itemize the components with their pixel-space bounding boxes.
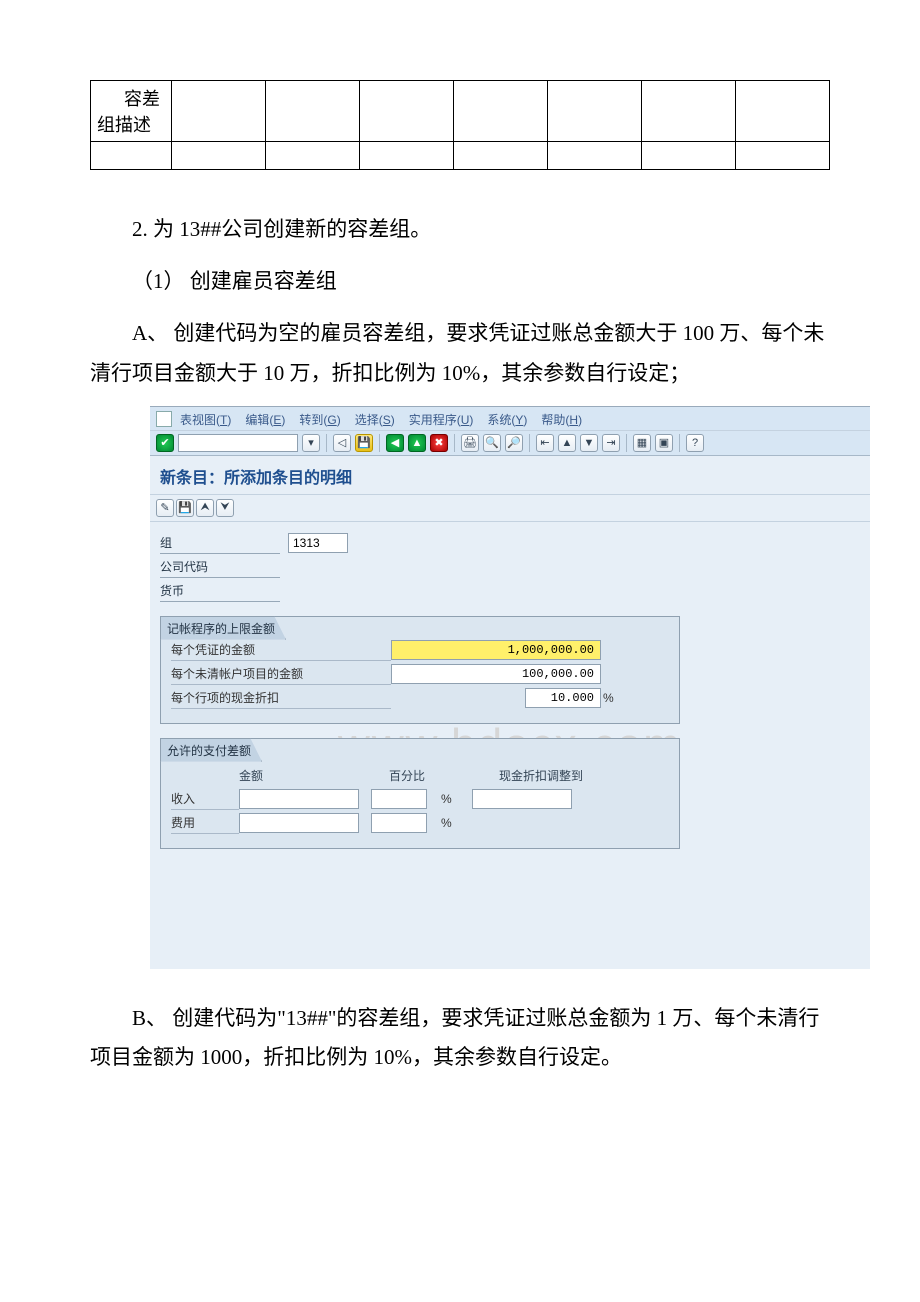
paragraph-sub1: （1） 创建雇员容差组 (90, 262, 830, 302)
field-company: 公司代码 (160, 556, 860, 578)
screen-title: 新条目：所添加条目的明细 (150, 456, 870, 495)
paragraph-a: A、 创建代码为空的雇员容差组，要求凭证过账总金额大于 100 万、每个未清行项… (90, 314, 830, 394)
input-open-item-amount[interactable] (391, 664, 601, 684)
menu-system[interactable]: 系统(Y) (487, 411, 527, 428)
menu-help[interactable]: 帮助(H) (541, 411, 582, 428)
hdr-adjust: 现金折扣调整到 (499, 767, 649, 784)
first-page-icon[interactable]: ⇤ (536, 434, 554, 452)
hdr-percent: 百分比 (389, 767, 499, 784)
panel-title-limits: 记帐程序的上限金额 (160, 616, 286, 640)
table-row: 容差组描述 (91, 81, 830, 142)
field-group: 组 (160, 532, 860, 554)
enter-icon[interactable]: ✔ (156, 434, 174, 452)
save-entry-icon[interactable]: 💾 (176, 499, 194, 517)
sap-menu-bar: 表视图(T) 编辑(E) 转到(G) 选择(S) 实用程序(U) 系统(Y) 帮… (150, 407, 870, 431)
panel-payment-diff: 允许的支付差额 金额 百分比 现金折扣调整到 收入 % 费用 % (160, 738, 680, 849)
sap-app-toolbar: ✎ 💾 ⮝ ⮟ (150, 495, 870, 522)
dropdown-icon[interactable]: ▾ (302, 434, 320, 452)
prev-icon[interactable]: ◁ (333, 434, 351, 452)
help-icon[interactable]: ? (686, 434, 704, 452)
table-row (91, 142, 830, 170)
tolerance-desc-table: 容差组描述 (90, 80, 830, 170)
input-expense-pct[interactable] (371, 813, 427, 833)
separator (326, 434, 327, 452)
field-currency: 货币 (160, 580, 860, 602)
label-income: 收入 (171, 788, 239, 810)
percent-sign: % (603, 691, 614, 705)
label-group: 组 (160, 532, 280, 554)
input-income-amount[interactable] (239, 789, 359, 809)
paydiff-header: 金额 百分比 现金折扣调整到 (171, 767, 669, 784)
prev-page-icon[interactable]: ▲ (558, 434, 576, 452)
menu-select[interactable]: 选择(S) (355, 411, 395, 428)
last-page-icon[interactable]: ⇥ (602, 434, 620, 452)
save-icon[interactable]: 💾 (355, 434, 373, 452)
find-next-icon[interactable]: 🔎 (505, 434, 523, 452)
row-income: 收入 % (171, 788, 669, 810)
sap-screenshot: 表视图(T) 编辑(E) 转到(G) 选择(S) 实用程序(U) 系统(Y) 帮… (150, 406, 870, 969)
menu-utilities[interactable]: 实用程序(U) (409, 411, 474, 428)
input-doc-amount[interactable] (391, 640, 601, 660)
label-expense: 费用 (171, 812, 239, 834)
command-field[interactable] (178, 434, 298, 452)
input-income-adj[interactable] (472, 789, 572, 809)
label-currency: 货币 (160, 580, 280, 602)
shortcut-icon[interactable]: ▣ (655, 434, 673, 452)
new-session-icon[interactable]: ▦ (633, 434, 651, 452)
row-expense: 费用 % (171, 812, 669, 834)
input-income-pct[interactable] (371, 789, 427, 809)
prev-entry-icon[interactable]: ⮝ (196, 499, 214, 517)
detail-icon[interactable]: ✎ (156, 499, 174, 517)
sap-body: 组 公司代码 货币 www.bdocx.com 记帐程序的上限金额 每个凭证的金… (150, 522, 870, 969)
label-company: 公司代码 (160, 556, 280, 578)
exit-icon[interactable]: ▲ (408, 434, 426, 452)
next-page-icon[interactable]: ▼ (580, 434, 598, 452)
label-cash-discount: 每个行项的现金折扣 (171, 687, 391, 709)
find-icon[interactable]: 🔍 (483, 434, 501, 452)
back-icon[interactable]: ◀ (386, 434, 404, 452)
print-icon[interactable]: 🖨 (461, 434, 479, 452)
panel-posting-limits: 记帐程序的上限金额 每个凭证的金额 每个未清帐户项目的金额 每个行项的现金折扣 … (160, 616, 680, 724)
paragraph-b: B、 创建代码为"13##"的容差组，要求凭证过账总金额为 1 万、每个未清行项… (90, 999, 830, 1079)
label-open-item-amount: 每个未清帐户项目的金额 (171, 663, 391, 685)
menu-edit[interactable]: 编辑(E) (245, 411, 285, 428)
cancel-icon[interactable]: ✖ (430, 434, 448, 452)
paragraph-step2: 2. 为 13##公司创建新的容差组。 (90, 210, 830, 250)
label-doc-amount: 每个凭证的金额 (171, 639, 391, 661)
menu-tableview[interactable]: 表视图(T) (180, 411, 231, 428)
menu-goto[interactable]: 转到(G) (299, 411, 340, 428)
input-group[interactable] (288, 533, 348, 553)
cell-label: 容差组描述 (91, 81, 172, 142)
input-cash-discount[interactable] (525, 688, 601, 708)
hdr-amount: 金额 (239, 767, 389, 784)
panel-title-paydiff: 允许的支付差额 (160, 738, 262, 762)
next-entry-icon[interactable]: ⮟ (216, 499, 234, 517)
input-expense-amount[interactable] (239, 813, 359, 833)
sap-system-toolbar: ✔ ▾ ◁ 💾 ◀ ▲ ✖ 🖨 🔍 🔎 ⇤ ▲ ▼ ⇥ ▦ ▣ ? (150, 431, 870, 456)
